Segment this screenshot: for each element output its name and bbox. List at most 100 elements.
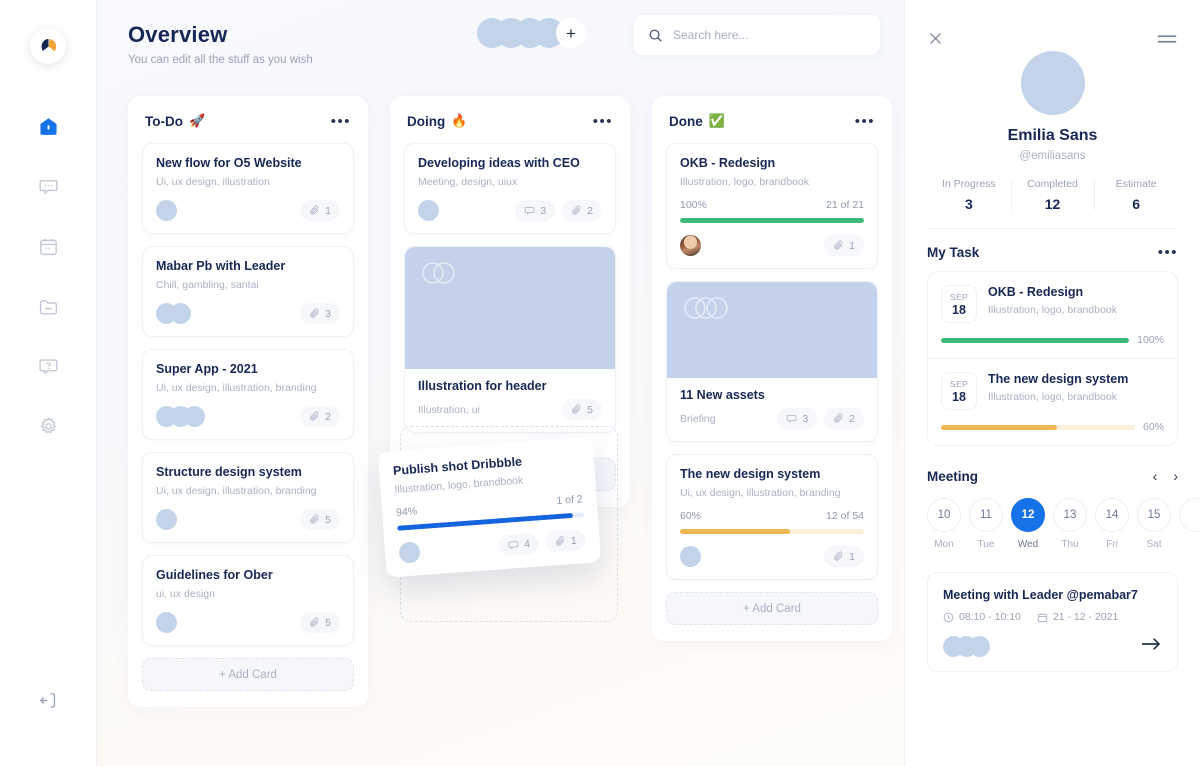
- task-text: OKB - Redesign Illustration, logo, brand…: [988, 285, 1117, 316]
- day-option-10[interactable]: 10 Mon: [927, 498, 961, 550]
- card-chips: 4 1: [498, 529, 587, 557]
- day-name: Mon: [934, 539, 954, 550]
- paperclip-icon: [310, 205, 319, 215]
- search-input[interactable]: [673, 28, 853, 42]
- day-number: 15: [1137, 498, 1171, 532]
- comment-count: 4: [523, 537, 531, 551]
- card-title: New flow for O5 Website: [156, 156, 302, 170]
- card[interactable]: OKB - Redesign Illustration, logo, brand…: [666, 143, 878, 269]
- app-logo[interactable]: [30, 28, 66, 64]
- attachment-chip[interactable]: 1: [300, 200, 340, 221]
- prev-week-button[interactable]: ‹: [1153, 468, 1158, 484]
- column-doing: Doing 🔥 ••• Developing ideas with CEO Me…: [377, 96, 630, 622]
- meeting-event-card[interactable]: Meeting with Leader @pemabar7 08:10 - 10…: [927, 572, 1178, 672]
- task-item[interactable]: SEP 18 The new design system Illustratio…: [928, 358, 1177, 445]
- task-item[interactable]: SEP 18 OKB - Redesign Illustration, logo…: [928, 272, 1177, 358]
- user-name: Emilia Sans: [1007, 127, 1098, 144]
- meeting-nav: ‹ ›: [1153, 468, 1178, 484]
- card[interactable]: Guidelines for Ober ui, ux design 5: [142, 555, 354, 646]
- stat-label: In Progress: [941, 178, 996, 190]
- card-image-placeholder: [405, 247, 615, 369]
- task-main: SEP 18 The new design system Illustratio…: [941, 372, 1164, 410]
- attachment-chip[interactable]: 1: [824, 235, 864, 256]
- day-number: 10: [927, 498, 961, 532]
- sidebar-item-messages[interactable]: [28, 166, 68, 206]
- next-week-button[interactable]: ›: [1173, 468, 1178, 484]
- comment-chip[interactable]: 3: [515, 200, 556, 221]
- sidebar-item-files[interactable]: [28, 286, 68, 326]
- card[interactable]: Structure design system Ui, ux design, i…: [142, 452, 354, 543]
- attachment-chip[interactable]: 1: [824, 546, 864, 567]
- attachment-chip[interactable]: 5: [300, 509, 340, 530]
- close-panel-button[interactable]: [927, 30, 944, 47]
- user-avatar[interactable]: [1020, 51, 1085, 115]
- meeting-open-button[interactable]: [1140, 636, 1162, 657]
- card-tags: Ui, ux design, illustration, branding: [156, 382, 317, 394]
- day-number: [1179, 498, 1200, 532]
- attachment-chip[interactable]: 3: [300, 303, 340, 324]
- card-footer: Briefing 3 2: [680, 408, 864, 429]
- board-members: +: [477, 18, 586, 48]
- card-title: Illustration for header: [418, 379, 547, 393]
- my-task-header: My Task •••: [927, 245, 1178, 260]
- attachment-count: 2: [325, 410, 331, 423]
- progress-percent: 100%: [1137, 334, 1164, 346]
- column-header: Doing 🔥 •••: [404, 110, 616, 129]
- sidebar-item-settings[interactable]: [28, 406, 68, 446]
- progress-bar: [941, 424, 1135, 430]
- sidebar-item-home[interactable]: [28, 106, 68, 146]
- attachment-chip[interactable]: 1: [545, 529, 587, 553]
- card-footer: 2: [156, 406, 340, 427]
- column-menu-button[interactable]: •••: [331, 114, 351, 129]
- close-icon: [930, 33, 941, 44]
- sidebar-item-calendar[interactable]: [28, 226, 68, 266]
- card[interactable]: The new design system Ui, ux design, ill…: [666, 454, 878, 580]
- sidebar-item-help[interactable]: [28, 346, 68, 386]
- add-member-button[interactable]: +: [556, 18, 586, 48]
- add-card-button[interactable]: + Add Card: [142, 658, 354, 691]
- task-subtitle: Illustration, logo, brandbook: [988, 391, 1117, 403]
- comment-chip[interactable]: 3: [777, 408, 818, 429]
- comment-count: 3: [802, 412, 809, 425]
- comment-chip[interactable]: 4: [498, 532, 540, 557]
- card[interactable]: New flow for O5 Website Ui, ux design, i…: [142, 143, 354, 234]
- attachment-count: 5: [325, 616, 331, 629]
- attachment-chip[interactable]: 5: [300, 612, 340, 633]
- day-option-13[interactable]: 13 Thu: [1053, 498, 1087, 550]
- my-task-menu-button[interactable]: •••: [1158, 245, 1178, 260]
- logout-button[interactable]: [28, 680, 68, 720]
- attachment-chip[interactable]: 2: [824, 408, 864, 429]
- dragged-card[interactable]: Publish shot Dribbble Illustration, logo…: [377, 436, 602, 578]
- attachment-chip[interactable]: 2: [562, 200, 602, 221]
- card[interactable]: Mabar Pb with Leader Chill, gambling, sa…: [142, 246, 354, 337]
- day-option-11[interactable]: 11 Tue: [969, 498, 1003, 550]
- column-menu-button[interactable]: •••: [593, 114, 613, 129]
- home-icon: [39, 117, 57, 135]
- day-option-next[interactable]: [1179, 498, 1200, 550]
- day-option-12[interactable]: 12 Wed: [1011, 498, 1045, 550]
- card-avatars: [156, 509, 177, 530]
- panel-menu-button[interactable]: [1156, 31, 1178, 47]
- card-avatars: [680, 546, 701, 567]
- card-chips: 1: [300, 200, 340, 221]
- card-title: The new design system: [680, 467, 821, 481]
- task-day: 18: [952, 302, 966, 317]
- column-title: To-Do: [145, 113, 183, 129]
- card[interactable]: Super App - 2021 Ui, ux design, illustra…: [142, 349, 354, 440]
- card[interactable]: Developing ideas with CEO Meeting, desig…: [404, 143, 616, 234]
- card[interactable]: Illustration for header Illustration, ui…: [404, 246, 616, 433]
- column-menu-button[interactable]: •••: [855, 114, 875, 129]
- add-card-button[interactable]: + Add Card: [666, 592, 878, 625]
- card[interactable]: 11 New assets Briefing 3 2: [666, 281, 878, 442]
- day-option-14[interactable]: 14 Fri: [1095, 498, 1129, 550]
- progress-percent: 60%: [1142, 421, 1164, 433]
- progress-bar-fill: [680, 218, 864, 223]
- comment-count: 3: [540, 204, 547, 217]
- paperclip-icon: [572, 205, 581, 215]
- card-title: Super App - 2021: [156, 362, 258, 376]
- attachment-chip[interactable]: 2: [300, 406, 340, 427]
- attachment-count: 2: [849, 412, 855, 425]
- day-option-15[interactable]: 15 Sat: [1137, 498, 1171, 550]
- attachment-chip[interactable]: 5: [562, 399, 602, 420]
- search-box[interactable]: [634, 15, 880, 55]
